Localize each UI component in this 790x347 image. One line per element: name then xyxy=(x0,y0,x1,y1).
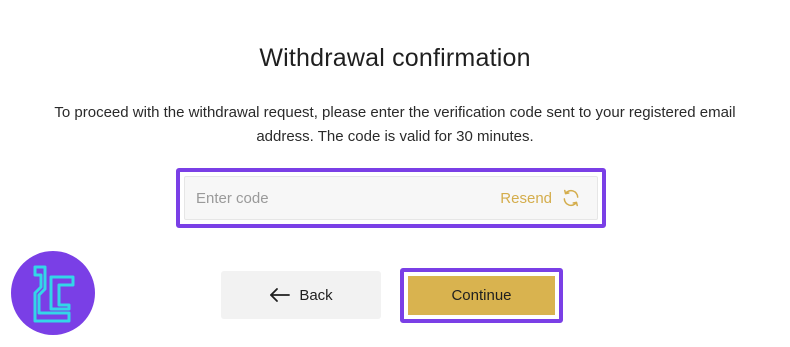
withdrawal-confirmation-page: Withdrawal confirmation To proceed with … xyxy=(0,0,790,347)
continue-button[interactable]: Continue xyxy=(408,276,555,315)
brand-logo-icon xyxy=(11,251,95,335)
resend-label: Resend xyxy=(500,189,552,207)
back-label: Back xyxy=(299,286,333,304)
refresh-icon xyxy=(563,189,579,207)
continue-label: Continue xyxy=(451,287,512,304)
arrow-left-icon xyxy=(270,288,291,302)
code-field: Resend xyxy=(184,176,598,220)
verification-code-input[interactable] xyxy=(196,183,501,213)
continue-button-highlight: Continue xyxy=(400,268,563,323)
verification-instructions: To proceed with the withdrawal request, … xyxy=(54,104,736,145)
back-button[interactable]: Back xyxy=(221,271,381,319)
page-title: Withdrawal confirmation xyxy=(259,44,531,72)
code-field-highlight: Resend xyxy=(176,168,606,228)
resend-button[interactable]: Resend xyxy=(500,188,581,208)
